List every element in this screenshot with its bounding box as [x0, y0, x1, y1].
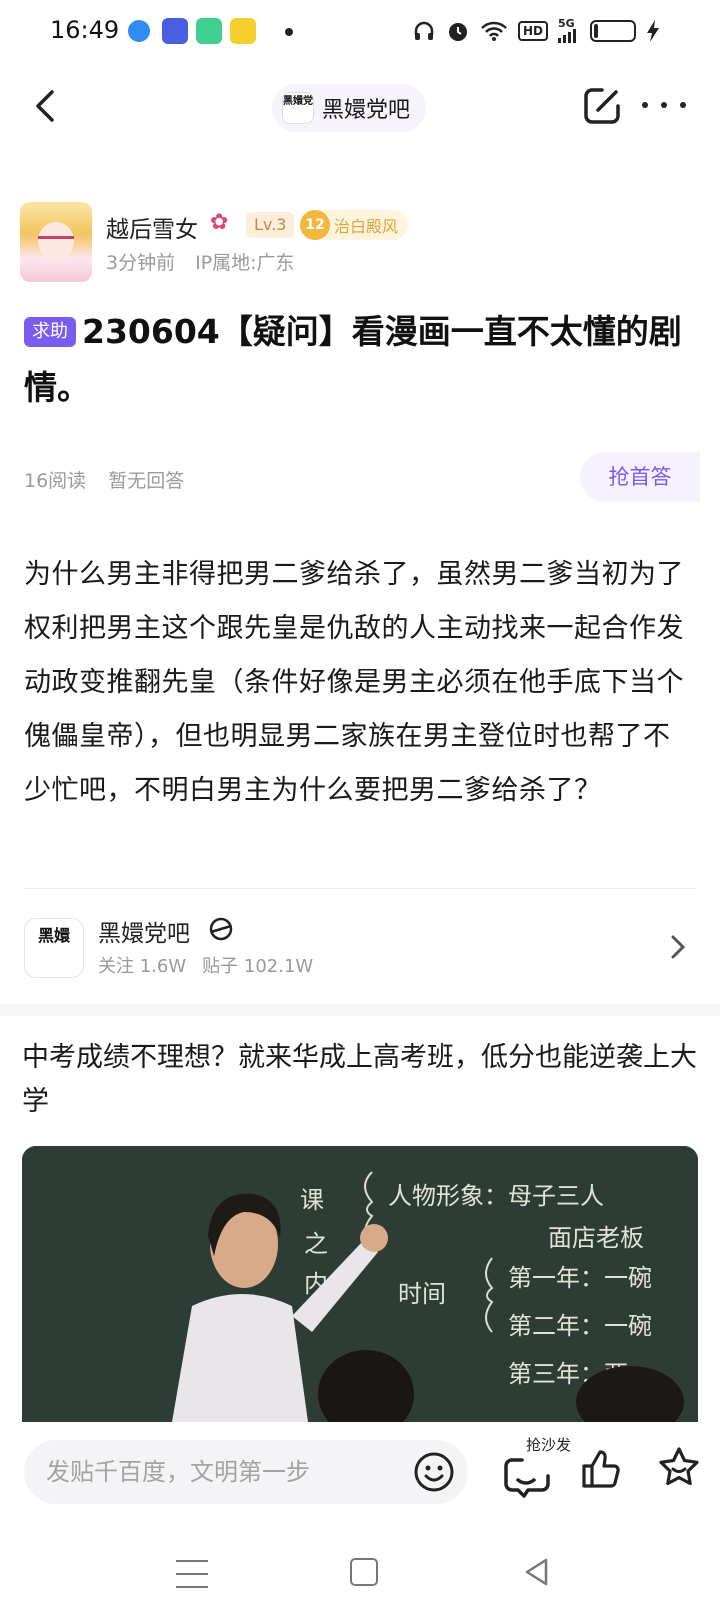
board-text-5: 面店老板 — [548, 1224, 644, 1252]
forum-followers: 关注 1.6W — [98, 956, 187, 977]
edit-icon[interactable] — [580, 84, 624, 128]
status-bar: 16:49 HD 5G — [0, 0, 720, 64]
status-time: 16:49 — [50, 16, 120, 44]
back-arrow-icon[interactable] — [28, 84, 68, 128]
ad-image[interactable]: 课 之 内 人物形象：母子三人 面店老板 时间 第一年：一碗 第二年：一碗 第三… — [22, 1146, 698, 1422]
title-text: 治白殿风 — [334, 217, 399, 236]
star-icon[interactable] — [656, 1444, 702, 1490]
ip-location: IP属地:广东 — [195, 252, 295, 274]
post-body: 为什么男主非得把男二爹给杀了，虽然男二爹当初为了权利把男主这个跟先皇是仇敌的人主… — [24, 559, 684, 806]
post-title: 求助 230604【疑问】看漫画一直不太懂的剧情。 — [24, 304, 684, 416]
bottom-action-bar: 发贴千百度，文明第一步 抢沙发 — [0, 1424, 720, 1534]
section-gap — [0, 1004, 720, 1016]
emoji-icon[interactable] — [412, 1450, 456, 1494]
level-badge: Lv.3 — [246, 212, 295, 238]
chevron-right-icon — [671, 935, 686, 959]
like-icon[interactable] — [578, 1446, 622, 1490]
forum-card-avatar: 黑嬛 — [24, 918, 84, 978]
signal-icon — [558, 29, 576, 43]
post-stats: 16阅读 暂无回答 — [24, 466, 184, 493]
reply-status: 暂无回答 — [108, 470, 185, 492]
headphones-icon — [414, 21, 434, 40]
chat-app-icon — [196, 18, 222, 44]
forum-name: 黑嬛党吧 — [322, 98, 411, 123]
location-app-icon — [128, 20, 150, 42]
author-avatar[interactable] — [20, 202, 92, 282]
author-name[interactable]: 越后雪女 — [106, 210, 198, 244]
system-back-icon[interactable] — [522, 1556, 552, 1588]
kuaishou-app-icon — [230, 18, 256, 44]
system-nav-bar — [0, 1534, 720, 1612]
network-type: 5G — [558, 18, 580, 43]
alarm-icon — [448, 23, 467, 41]
home-icon[interactable] — [350, 1558, 378, 1586]
author-meta: 3分钟前 IP属地:广东 — [106, 248, 295, 275]
reply-input[interactable]: 发贴千百度，文明第一步 — [24, 1440, 468, 1504]
top-nav: 黑嬛党 黑嬛党吧 — [0, 64, 720, 154]
wifi-icon — [481, 21, 507, 41]
battery-icon — [590, 20, 636, 42]
forum-card[interactable]: 黑嬛 黑嬛党吧 关注 1.6W 贴子 102.1W — [0, 910, 720, 990]
post-title-text: 230604【疑问】看漫画一直不太懂的剧情。 — [24, 312, 682, 407]
forum-card-name: 黑嬛党吧 — [98, 921, 190, 947]
recent-apps-icon[interactable] — [176, 1560, 208, 1588]
title-level: 12 — [300, 210, 330, 240]
title-badge: 12 治白殿风 — [300, 210, 409, 240]
board-text-2: 之 — [304, 1230, 328, 1258]
hd-badge: HD — [517, 21, 548, 41]
ad-title[interactable]: 中考成绩不理想？就来华成上高考班，低分也能逆袭上大学 — [22, 1036, 702, 1124]
board-text-8: 第二年：一碗 — [508, 1312, 652, 1340]
more-options-icon[interactable] — [642, 90, 686, 120]
first-reply-button[interactable]: 抢首答 — [580, 452, 700, 502]
more-notifications-dot — [285, 28, 293, 36]
classroom-scene: 课 之 内 人物形象：母子三人 面店老板 时间 第一年：一碗 第二年：一碗 第三… — [22, 1146, 698, 1422]
divider — [24, 888, 696, 889]
board-text-4: 人物形象：母子三人 — [388, 1182, 604, 1210]
read-count: 16阅读 — [24, 470, 87, 492]
forum-posts: 贴子 102.1W — [202, 956, 314, 977]
flower-icon: ✿ — [210, 210, 229, 235]
author-row: 越后雪女 ✿ Lv.3 12 治白殿风 3分钟前 IP属地:广东 — [0, 196, 720, 286]
forum-pill[interactable]: 黑嬛党 黑嬛党吧 — [272, 84, 427, 132]
board-text-6: 时间 — [398, 1280, 446, 1308]
notification-app-icon — [162, 18, 188, 44]
post-time: 3分钟前 — [106, 252, 176, 274]
forum-card-meta: 关注 1.6W 贴子 102.1W — [98, 952, 313, 978]
board-text-1: 课 — [300, 1186, 324, 1214]
help-tag: 求助 — [24, 317, 76, 347]
verified-icon — [209, 917, 233, 941]
forum-avatar: 黑嬛党 — [282, 92, 314, 124]
comment-icon[interactable] — [500, 1442, 558, 1502]
charging-icon — [647, 20, 659, 42]
board-text-7: 第一年：一碗 — [508, 1264, 652, 1292]
